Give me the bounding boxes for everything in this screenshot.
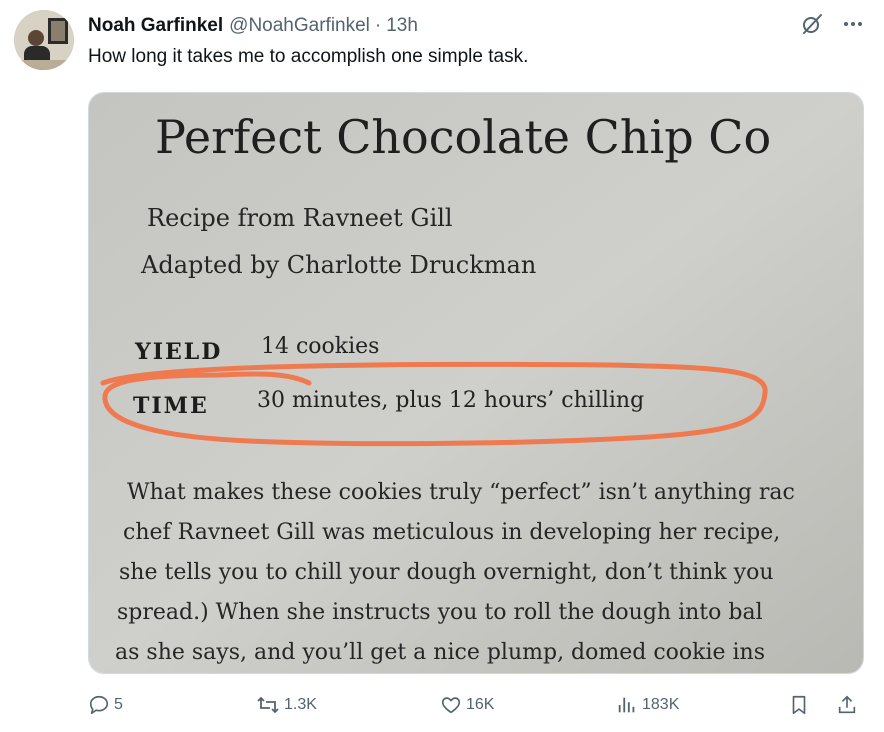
body-line: spread.) When she instructs you to roll … bbox=[117, 600, 763, 625]
views-icon bbox=[618, 697, 635, 713]
recipe-photo: Perfect Chocolate Chip Co Recipe from Ra… bbox=[89, 93, 863, 673]
body-line: as she says, and you’ll get a nice plump… bbox=[115, 640, 765, 665]
share-icon bbox=[838, 695, 856, 714]
recipe-credit-2: Adapted by Charlotte Druckman bbox=[140, 251, 536, 279]
repost-icon bbox=[257, 696, 279, 714]
grok-icon[interactable] bbox=[800, 12, 824, 42]
reply-count: 5 bbox=[114, 696, 123, 713]
recipe-credit-1: Recipe from Ravneet Gill bbox=[147, 204, 453, 232]
action-bar: 5 1.3K 16K 183K bbox=[88, 690, 864, 722]
author-name[interactable]: Noah Garfinkel bbox=[88, 15, 223, 37]
avatar[interactable] bbox=[14, 10, 74, 70]
body-line: What makes these cookies truly “perfect”… bbox=[127, 480, 795, 505]
yield-label: YIELD bbox=[134, 339, 222, 365]
views-button[interactable]: 183K bbox=[616, 694, 679, 716]
recipe-title: Perfect Chocolate Chip Co bbox=[155, 110, 771, 164]
tweet-media[interactable]: Perfect Chocolate Chip Co Recipe from Ra… bbox=[88, 92, 864, 674]
header-icons bbox=[800, 12, 864, 42]
more-icon[interactable] bbox=[842, 13, 864, 41]
repost-count: 1.3K bbox=[284, 696, 317, 713]
share-button[interactable] bbox=[836, 694, 858, 716]
time-label: TIME bbox=[133, 393, 209, 419]
tweet-time[interactable]: 13h bbox=[386, 15, 418, 37]
tweet-header: Noah Garfinkel @NoahGarfinkel · 13h bbox=[88, 12, 864, 40]
body-line: chef Ravneet Gill was meticulous in deve… bbox=[123, 520, 780, 545]
author-handle[interactable]: @NoahGarfinkel bbox=[229, 15, 370, 37]
time-value: 30 minutes, plus 12 hours’ chilling bbox=[257, 388, 644, 413]
like-count: 16K bbox=[466, 696, 495, 713]
yield-value: 14 cookies bbox=[261, 334, 379, 359]
avatar-image bbox=[14, 10, 74, 70]
tweet-text: How long it takes me to accomplish one s… bbox=[88, 46, 529, 67]
repost-button[interactable]: 1.3K bbox=[256, 694, 317, 716]
separator-dot: · bbox=[374, 15, 382, 36]
bookmark-icon bbox=[792, 695, 806, 715]
views-count: 183K bbox=[642, 696, 680, 713]
body-line: she tells you to chill your dough overni… bbox=[119, 560, 774, 585]
reply-button[interactable]: 5 bbox=[88, 694, 123, 716]
like-icon bbox=[441, 697, 461, 714]
reply-icon bbox=[89, 695, 109, 715]
bookmark-button[interactable] bbox=[788, 694, 810, 716]
like-button[interactable]: 16K bbox=[440, 694, 494, 716]
